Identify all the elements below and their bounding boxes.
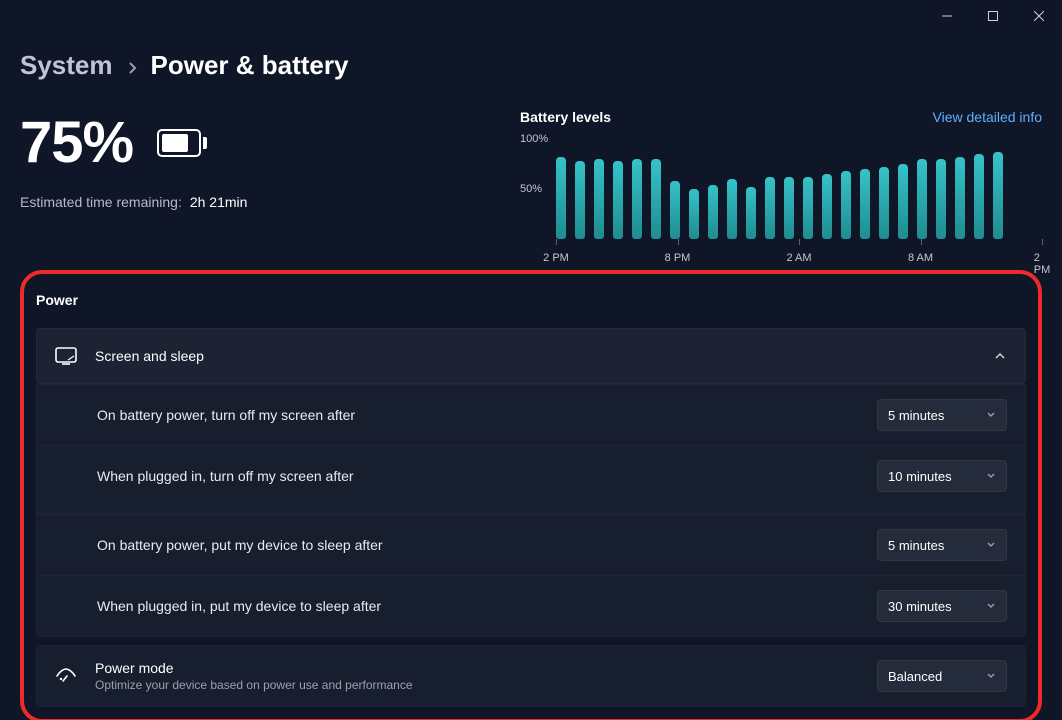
chevron-right-icon	[127, 57, 137, 75]
estimated-time-label: Estimated time remaining:	[20, 194, 182, 210]
breadcrumb: System Power & battery	[20, 32, 1042, 87]
select-value: Balanced	[888, 669, 942, 684]
setting-label: On battery power, put my device to sleep…	[97, 537, 877, 553]
chevron-down-icon	[986, 410, 996, 420]
window-titlebar	[0, 0, 1062, 32]
maximize-button[interactable]	[970, 0, 1016, 32]
chart-xlabel: 2 PM	[543, 252, 569, 264]
chevron-down-icon	[986, 671, 996, 681]
power-mode-title: Power mode	[95, 660, 859, 676]
battery-percent: 75%	[20, 109, 133, 176]
chart-xlabel: 2 AM	[786, 252, 811, 264]
chart-ytick-100: 100%	[520, 133, 548, 145]
setting-label: When plugged in, put my device to sleep …	[97, 598, 877, 614]
chart-xtick	[556, 239, 557, 245]
select-value: 5 minutes	[888, 538, 944, 553]
screen-and-sleep-title: Screen and sleep	[95, 348, 204, 364]
chart-xlabel: 8 AM	[908, 252, 933, 264]
section-header-power: Power	[36, 280, 1026, 320]
setting-label: On battery power, turn off my screen aft…	[97, 407, 877, 423]
setting-row-screen-off-plugged: When plugged in, turn off my screen afte…	[37, 445, 1025, 506]
power-mode-select[interactable]: Balanced	[877, 660, 1007, 692]
breadcrumb-parent[interactable]: System	[20, 50, 113, 81]
view-detailed-info-link[interactable]: View detailed info	[933, 109, 1042, 125]
screen-and-sleep-body: On battery power, turn off my screen aft…	[36, 384, 1026, 637]
sleep-battery-select[interactable]: 5 minutes	[877, 529, 1007, 561]
chart-xtick	[678, 239, 679, 245]
chart-xlabel: 2 PM	[1034, 252, 1051, 276]
screen-off-battery-select[interactable]: 5 minutes	[877, 399, 1007, 431]
page-title: Power & battery	[151, 50, 349, 81]
setting-row-sleep-plugged: When plugged in, put my device to sleep …	[37, 575, 1025, 636]
chevron-up-icon	[993, 349, 1007, 363]
power-mode-subtitle: Optimize your device based on power use …	[95, 676, 859, 692]
minimize-button[interactable]	[924, 0, 970, 32]
battery-levels-chart: 100% 50% 2 PM8 PM2 AM8 AM2 PM	[520, 133, 1042, 268]
sleep-plugged-select[interactable]: 30 minutes	[877, 590, 1007, 622]
setting-row-screen-off-battery: On battery power, turn off my screen aft…	[37, 384, 1025, 445]
close-button[interactable]	[1016, 0, 1062, 32]
battery-summary: 75% Estimated time remaining: 2h 21min	[20, 109, 480, 268]
battery-icon	[157, 129, 207, 157]
select-value: 5 minutes	[888, 408, 944, 423]
chart-xlabel: 8 PM	[665, 252, 691, 264]
chart-xtick	[1042, 239, 1043, 245]
select-value: 30 minutes	[888, 599, 952, 614]
chart-ytick-50: 50%	[520, 183, 542, 195]
chart-xtick	[799, 239, 800, 245]
select-value: 10 minutes	[888, 469, 952, 484]
screen-and-sleep-expander[interactable]: Screen and sleep	[36, 328, 1026, 384]
estimated-time-value: 2h 21min	[190, 194, 248, 210]
chart-xtick	[921, 239, 922, 245]
power-mode-row[interactable]: Power mode Optimize your device based on…	[36, 645, 1026, 707]
chevron-down-icon	[986, 540, 996, 550]
setting-label: When plugged in, turn off my screen afte…	[97, 468, 877, 484]
chart-title: Battery levels	[520, 109, 611, 125]
power-section-highlight: Power Screen and sleep On battery power,…	[20, 270, 1042, 720]
chevron-down-icon	[986, 471, 996, 481]
screen-off-plugged-select[interactable]: 10 minutes	[877, 460, 1007, 492]
power-mode-icon	[55, 667, 77, 685]
screen-icon	[55, 347, 77, 365]
chevron-down-icon	[986, 601, 996, 611]
setting-row-sleep-battery: On battery power, put my device to sleep…	[37, 514, 1025, 575]
